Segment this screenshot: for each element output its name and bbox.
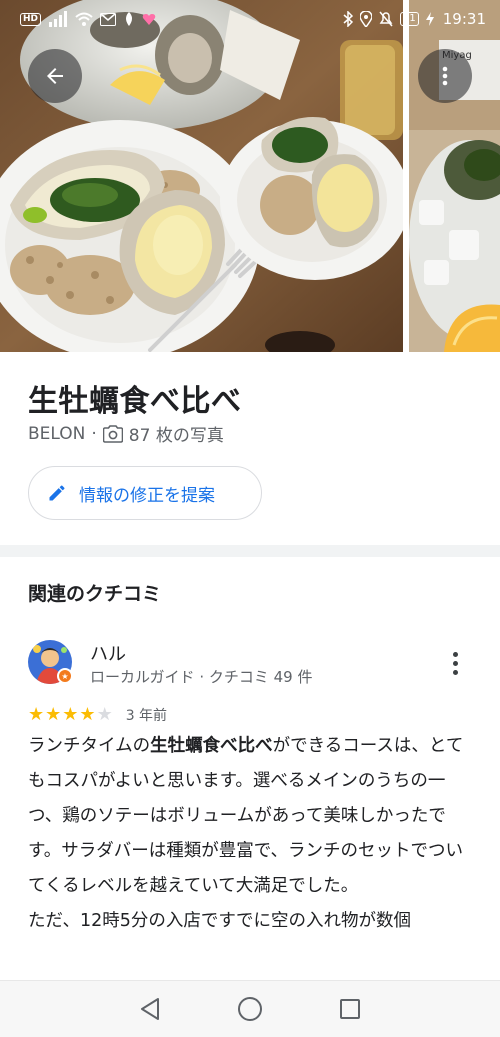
review-rating: ★ ★ ★ ★ ★ 3 年前 <box>28 705 167 725</box>
review-text-rest: ができるコースは、とてもコスパがよいと思います。選べるメインのうちの一つ、鶏のソ… <box>28 736 464 896</box>
heart-icon <box>142 14 156 25</box>
app-icon <box>126 12 133 26</box>
more-vert-icon-dot <box>452 660 458 666</box>
square-recents-icon <box>340 999 360 1019</box>
arrow-back-icon <box>47 68 63 84</box>
bluetooth-icon <box>343 11 354 27</box>
signal-icon <box>49 11 68 27</box>
dish-title: 生牡蠣食べ比べ <box>28 384 242 419</box>
more-vert-icon-dot <box>452 651 458 657</box>
back-button[interactable] <box>28 49 82 103</box>
photo-strip[interactable]: Miyag <box>0 0 500 352</box>
location-icon <box>360 11 373 27</box>
circle-home-icon <box>238 997 262 1021</box>
restaurant-name[interactable]: BELON <box>28 424 85 444</box>
wifi-icon <box>75 12 93 26</box>
reviewer-meta: ローカルガイド · クチコミ 49 件 <box>90 668 313 686</box>
pencil-icon <box>49 485 65 501</box>
hd-badge: HD <box>20 12 42 26</box>
review-paragraph-2: ただ、12時5分の入店ですでに空の入れ物が数個 <box>28 911 412 931</box>
section-divider <box>0 545 500 557</box>
local-guide-badge-icon: ★ <box>57 668 73 684</box>
gmail-icon <box>100 12 117 26</box>
photo-count[interactable]: 87 枚の写真 <box>129 421 224 446</box>
system-nav-bar <box>0 980 500 1037</box>
charging-icon <box>425 12 434 26</box>
review-text[interactable]: ランチタイムの生牡蠣食べ比べができるコースは、とてもコスパがよいと思います。選べ… <box>28 729 473 939</box>
triangle-back-icon <box>141 998 159 1020</box>
status-bar: HD 81 19:31 <box>0 0 500 38</box>
more-options-button[interactable] <box>418 49 472 103</box>
related-reviews-heading: 関連のクチコミ <box>28 583 162 605</box>
status-right: 81 19:31 <box>343 10 486 28</box>
status-left: HD <box>20 11 156 27</box>
more-vert-icon-dot <box>452 669 458 675</box>
star-icon: ★ <box>45 704 62 725</box>
reviewer-name[interactable]: ハル <box>90 640 126 666</box>
place-meta: BELON · 87 枚の写真 <box>28 421 224 447</box>
review-text-start: ランチタイムの <box>28 736 151 756</box>
meta-separator: · <box>91 423 97 444</box>
more-vert-icon <box>442 66 448 86</box>
star-icon: ★ <box>28 704 45 725</box>
mute-bell-icon <box>379 11 393 27</box>
review-text-highlight: 生牡蠣食べ比べ <box>150 736 273 756</box>
nav-recents-button[interactable] <box>330 989 370 1029</box>
review-paragraph: ランチタイムの生牡蠣食べ比べができるコースは、とてもコスパがよいと思います。選べ… <box>28 729 473 904</box>
nav-back-button[interactable] <box>130 989 170 1029</box>
battery-level: 81 <box>400 12 419 26</box>
star-icon: ★ <box>79 704 96 725</box>
star-icon: ★ <box>62 704 79 725</box>
suggest-edit-label: 情報の修正を提案 <box>79 485 215 506</box>
reviewer-avatar[interactable]: ★ <box>28 640 73 684</box>
clock: 19:31 <box>442 10 486 28</box>
star-icon: ★ <box>96 704 113 725</box>
nav-home-button[interactable] <box>230 989 270 1029</box>
camera-icon <box>102 424 123 443</box>
review-time: 3 年前 <box>125 708 168 724</box>
review-more-button[interactable] <box>444 650 466 676</box>
suggest-edit-button[interactable]: 情報の修正を提案 <box>28 466 262 520</box>
